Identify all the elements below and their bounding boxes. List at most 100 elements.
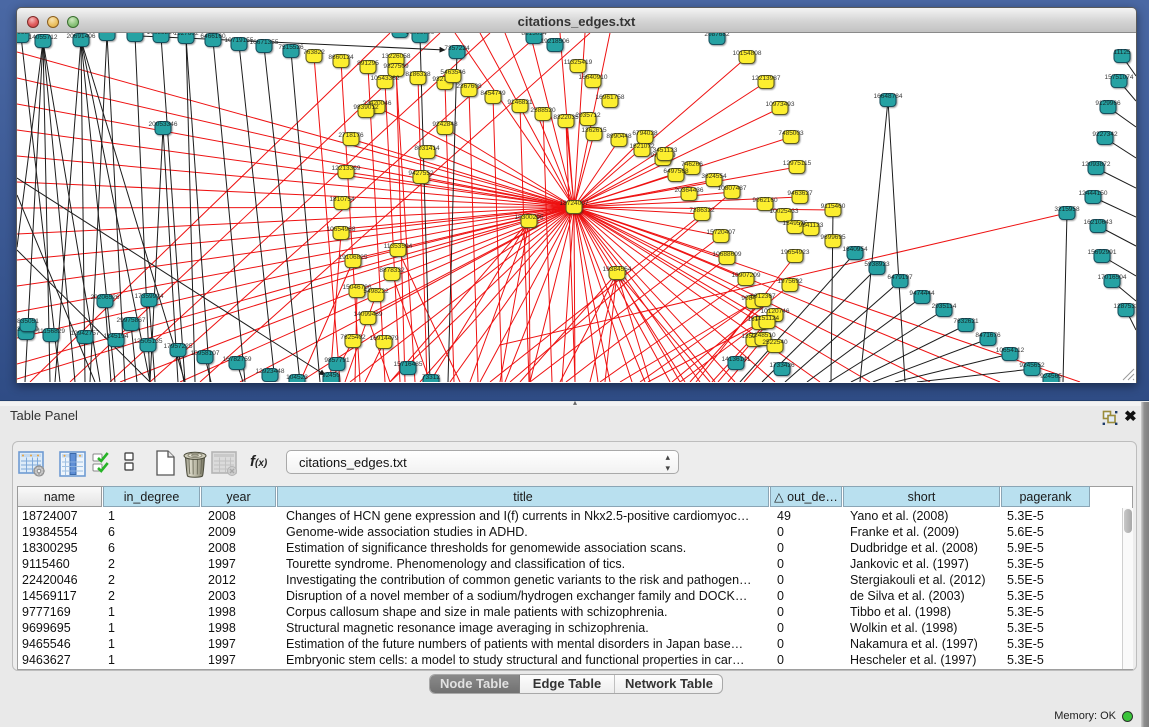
svg-text:7485003: 7485003 — [778, 130, 804, 137]
svg-text:10025433: 10025433 — [770, 208, 799, 215]
svg-text:10120746: 10120746 — [761, 308, 790, 315]
svg-text:16782759: 16782759 — [223, 356, 252, 363]
svg-text:2588520: 2588520 — [530, 107, 556, 114]
svg-text:8813054: 8813054 — [521, 33, 547, 37]
svg-text:6497568: 6497568 — [663, 168, 689, 175]
svg-text:14055712: 14055712 — [29, 34, 58, 41]
svg-text:10154808: 10154808 — [733, 50, 762, 57]
svg-text:1621072: 1621072 — [629, 143, 655, 150]
svg-text:2522540: 2522540 — [762, 339, 788, 346]
svg-text:763822: 763822 — [303, 49, 325, 56]
svg-text:9115460: 9115460 — [821, 203, 846, 210]
svg-text:16033809: 16033809 — [406, 33, 435, 36]
svg-text:3451123: 3451123 — [653, 147, 678, 154]
svg-text:835051: 835051 — [17, 318, 39, 325]
svg-text:8812367: 8812367 — [750, 293, 776, 300]
svg-text:8990448: 8990448 — [606, 133, 632, 140]
svg-text:19384554: 19384554 — [603, 266, 632, 273]
svg-text:1151124: 1151124 — [755, 315, 780, 322]
svg-text:5463546: 5463546 — [440, 69, 466, 76]
svg-text:14136141: 14136141 — [722, 356, 751, 363]
svg-text:891295: 891295 — [357, 60, 379, 67]
svg-text:12213369: 12213369 — [332, 165, 361, 172]
svg-text:16914479: 16914479 — [370, 335, 399, 342]
svg-text:9245652: 9245652 — [1019, 362, 1045, 369]
svg-text:1145194: 1145194 — [104, 333, 129, 340]
svg-text:17359924: 17359924 — [135, 293, 164, 300]
svg-text:9129966: 9129966 — [1095, 100, 1121, 107]
svg-text:12093872: 12093872 — [1082, 161, 1111, 168]
svg-text:12444150: 12444150 — [1079, 190, 1108, 197]
svg-text:9827509: 9827509 — [383, 63, 409, 70]
svg-text:16210643: 16210643 — [1084, 219, 1113, 226]
svg-text:10807487: 10807487 — [718, 185, 747, 192]
svg-text:2035712: 2035712 — [575, 112, 601, 119]
svg-text:92450: 92450 — [322, 372, 340, 379]
svg-text:1287533: 1287533 — [1113, 303, 1136, 310]
svg-text:9839012: 9839012 — [353, 104, 379, 111]
svg-text:11125: 11125 — [1113, 49, 1130, 56]
svg-text:2367608: 2367608 — [456, 83, 482, 90]
svg-text:16640910: 16640910 — [579, 74, 608, 81]
svg-text:10654112: 10654112 — [996, 347, 1025, 354]
svg-text:10654988: 10654988 — [327, 226, 356, 233]
svg-text:18391456: 18391456 — [93, 33, 122, 34]
svg-text:8454749: 8454749 — [480, 90, 506, 97]
svg-text:15720407: 15720407 — [707, 229, 736, 236]
svg-text:20206526: 20206526 — [91, 294, 120, 301]
svg-text:10688609: 10688609 — [713, 251, 742, 258]
svg-text:15692991: 15692991 — [1088, 249, 1117, 256]
svg-text:924565: 924565 — [1040, 373, 1062, 380]
svg-text:6479197: 6479197 — [887, 274, 913, 281]
svg-text:8186328: 8186328 — [405, 71, 431, 78]
svg-text:11353594: 11353594 — [384, 243, 413, 250]
svg-text:1640954: 1640954 — [842, 246, 868, 253]
svg-text:12942757: 12942757 — [71, 330, 100, 337]
svg-text:6466160: 6466160 — [200, 33, 226, 40]
svg-text:15716485: 15716485 — [394, 361, 423, 368]
svg-text:11156829: 11156829 — [37, 328, 65, 335]
svg-text:18300295: 18300295 — [515, 214, 544, 221]
svg-text:12975115: 12975115 — [783, 160, 812, 167]
svg-text:7515526: 7515526 — [278, 44, 304, 51]
svg-text:1527602: 1527602 — [173, 33, 199, 37]
svg-text:10543382: 10543382 — [371, 75, 400, 82]
svg-text:13226058: 13226058 — [382, 53, 411, 60]
svg-text:20053346: 20053346 — [149, 121, 178, 128]
svg-text:16648784: 16648784 — [874, 93, 903, 100]
svg-text:1362615: 1362615 — [581, 127, 607, 134]
svg-text:16671355: 16671355 — [250, 39, 279, 46]
svg-text:9062160: 9062160 — [752, 197, 778, 204]
svg-text:73312: 73312 — [422, 374, 440, 381]
svg-text:1975692: 1975692 — [777, 278, 803, 285]
svg-text:10655267: 10655267 — [147, 33, 176, 36]
svg-text:3624554: 3624554 — [701, 173, 727, 180]
svg-text:3215958: 3215958 — [1054, 206, 1080, 213]
svg-text:18724007: 18724007 — [560, 200, 589, 207]
svg-text:17016504: 17016504 — [1098, 274, 1127, 281]
svg-text:1248510: 1248510 — [750, 332, 776, 339]
svg-text:9227342: 9227342 — [1092, 131, 1118, 138]
svg-text:5938923: 5938923 — [864, 261, 890, 268]
svg-text:2935114: 2935114 — [932, 303, 957, 310]
svg-text:9427552: 9427552 — [408, 170, 434, 177]
svg-text:9474444: 9474444 — [909, 290, 935, 297]
svg-text:12213987: 12213987 — [752, 75, 781, 82]
svg-text:15751074: 15751074 — [1105, 74, 1134, 81]
svg-text:14099489: 14099489 — [354, 311, 383, 318]
svg-text:29975867: 29975867 — [117, 317, 146, 324]
svg-text:5498222: 5498222 — [363, 288, 389, 295]
svg-text:1810754: 1810754 — [329, 196, 355, 203]
svg-text:8031414: 8031414 — [414, 145, 440, 152]
svg-text:7625402: 7625402 — [340, 334, 366, 341]
svg-text:18907209: 18907209 — [732, 272, 761, 279]
svg-text:2087682: 2087682 — [704, 33, 730, 38]
svg-text:104523: 104523 — [286, 374, 308, 381]
svg-text:16961758: 16961758 — [596, 94, 625, 101]
svg-text:1935: 1935 — [17, 33, 29, 36]
svg-text:1733426: 1733426 — [769, 362, 795, 369]
svg-text:8660124: 8660124 — [328, 54, 354, 61]
svg-text:6794028: 6794028 — [632, 130, 658, 137]
svg-text:9699695: 9699695 — [820, 234, 846, 241]
svg-text:7632621: 7632621 — [953, 318, 979, 325]
